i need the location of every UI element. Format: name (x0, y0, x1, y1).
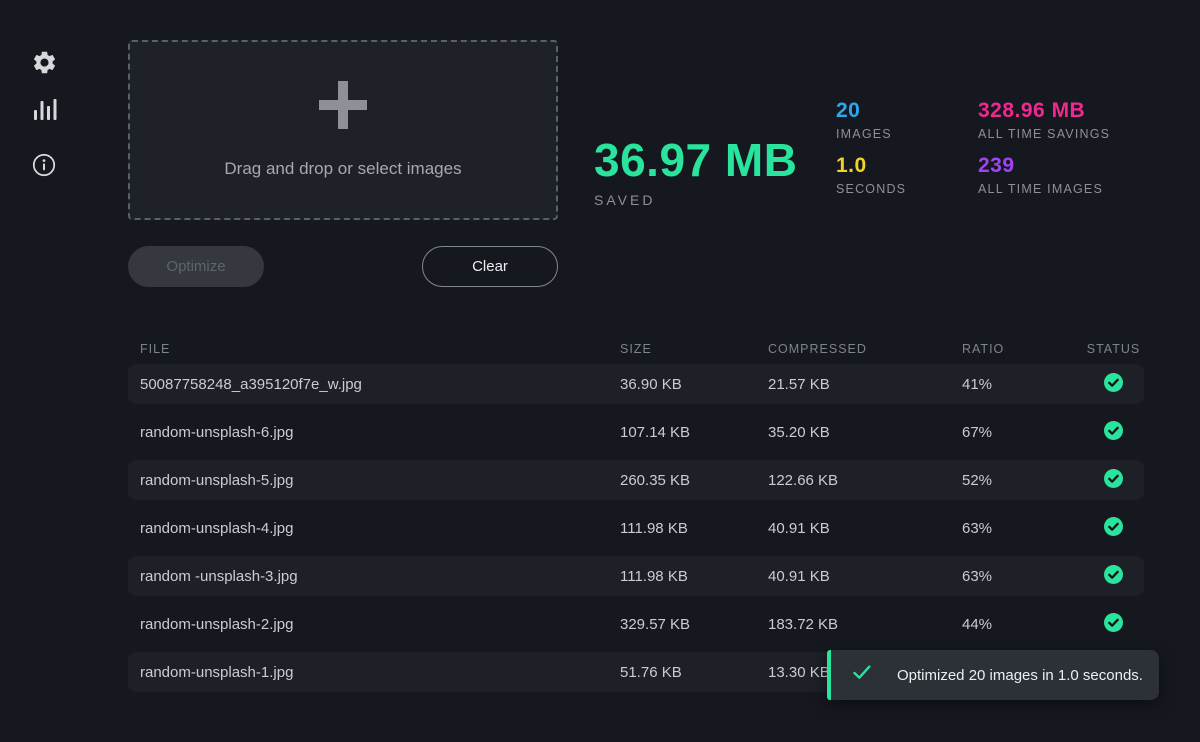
toast-check-icon (831, 665, 871, 685)
plus-icon (319, 81, 367, 129)
check-circle-icon (1104, 565, 1123, 588)
statistics-button[interactable] (28, 94, 60, 126)
compressed-cell: 40.91 KB (768, 568, 962, 585)
header-file: FILE (140, 342, 620, 356)
file-name-cell: random-unsplash-5.jpg (140, 472, 620, 489)
file-name-cell: random-unsplash-6.jpg (140, 424, 620, 441)
saved-stat: 36.97 MB SAVED (594, 137, 797, 208)
table-row: random -unsplash-3.jpg 111.98 KB 40.91 K… (128, 556, 1144, 596)
table-row: random-unsplash-4.jpg 111.98 KB 40.91 KB… (128, 508, 1144, 548)
saved-value: 36.97 MB (594, 137, 797, 183)
size-cell: 329.57 KB (620, 616, 768, 633)
alltime-stats-column: 328.96 MB ALL TIME SAVINGS 239 ALL TIME … (978, 99, 1110, 196)
ratio-cell: 63% (962, 568, 1083, 585)
compressed-cell: 40.91 KB (768, 520, 962, 537)
settings-button[interactable] (28, 46, 60, 78)
clear-button[interactable]: Clear (422, 246, 558, 287)
ratio-cell: 63% (962, 520, 1083, 537)
file-name-cell: random -unsplash-3.jpg (140, 568, 620, 585)
ratio-cell: 52% (962, 472, 1083, 489)
header-compressed: COMPRESSED (768, 342, 962, 356)
alltime-images-label: ALL TIME IMAGES (978, 182, 1110, 196)
ratio-cell: 44% (962, 616, 1083, 633)
size-cell: 51.76 KB (620, 664, 768, 681)
image-dropzone[interactable]: Drag and drop or select images (128, 40, 558, 220)
bar-chart-icon (30, 96, 58, 124)
ratio-cell: 67% (962, 424, 1083, 441)
table-row: random-unsplash-5.jpg 260.35 KB 122.66 K… (128, 460, 1144, 500)
status-cell (1083, 373, 1144, 396)
size-cell: 260.35 KB (620, 472, 768, 489)
header-status: STATUS (1083, 342, 1144, 356)
file-name-cell: random-unsplash-1.jpg (140, 664, 620, 681)
check-circle-icon (1104, 373, 1123, 396)
alltime-images-value: 239 (978, 154, 1110, 177)
ratio-cell: 41% (962, 376, 1083, 393)
size-cell: 36.90 KB (620, 376, 768, 393)
status-cell (1083, 613, 1144, 636)
table-row: 50087758248_a395120f7e_w.jpg 36.90 KB 21… (128, 364, 1144, 404)
toast-notification: Optimized 20 images in 1.0 seconds. (827, 650, 1159, 700)
header-size: SIZE (620, 342, 768, 356)
compressed-cell: 21.57 KB (768, 376, 962, 393)
images-count-label: IMAGES (836, 127, 906, 141)
alltime-savings-label: ALL TIME SAVINGS (978, 127, 1110, 141)
dropzone-label: Drag and drop or select images (224, 159, 461, 179)
compressed-cell: 122.66 KB (768, 472, 962, 489)
info-icon (31, 152, 57, 178)
check-circle-icon (1104, 613, 1123, 636)
status-cell (1083, 469, 1144, 492)
status-cell (1083, 421, 1144, 444)
status-cell (1083, 565, 1144, 588)
alltime-savings-value: 328.96 MB (978, 99, 1110, 122)
size-cell: 107.14 KB (620, 424, 768, 441)
info-button[interactable] (28, 149, 60, 181)
session-stats-column: 20 IMAGES 1.0 SECONDS (836, 99, 906, 196)
check-circle-icon (1104, 517, 1123, 540)
file-name-cell: 50087758248_a395120f7e_w.jpg (140, 376, 620, 393)
check-circle-icon (1104, 469, 1123, 492)
seconds-label: SECONDS (836, 182, 906, 196)
optimize-button[interactable]: Optimize (128, 246, 264, 287)
file-name-cell: random-unsplash-4.jpg (140, 520, 620, 537)
header-ratio: RATIO (962, 342, 1083, 356)
gear-icon (31, 49, 58, 76)
saved-label: SAVED (594, 192, 797, 208)
status-cell (1083, 517, 1144, 540)
compressed-cell: 183.72 KB (768, 616, 962, 633)
seconds-value: 1.0 (836, 154, 906, 177)
table-header: FILE SIZE COMPRESSED RATIO STATUS (128, 336, 1144, 362)
images-count-value: 20 (836, 99, 906, 122)
table-row: random-unsplash-6.jpg 107.14 KB 35.20 KB… (128, 412, 1144, 452)
file-name-cell: random-unsplash-2.jpg (140, 616, 620, 633)
check-circle-icon (1104, 421, 1123, 444)
size-cell: 111.98 KB (620, 568, 768, 585)
compressed-cell: 35.20 KB (768, 424, 962, 441)
size-cell: 111.98 KB (620, 520, 768, 537)
table-row: random-unsplash-2.jpg 329.57 KB 183.72 K… (128, 604, 1144, 644)
app-window: Drag and drop or select images Optimize … (0, 0, 1200, 742)
toast-message: Optimized 20 images in 1.0 seconds. (897, 667, 1143, 684)
